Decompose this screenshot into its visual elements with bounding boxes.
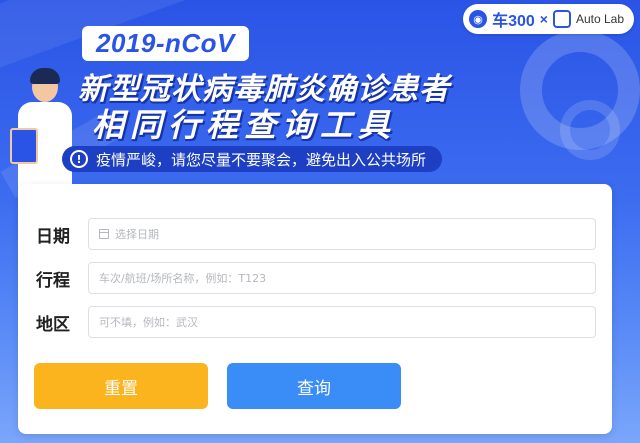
date-placeholder: 选择日期 (115, 228, 159, 241)
brand-separator: × (539, 11, 548, 27)
brand-partner: Auto Lab (575, 12, 624, 26)
notice-text: 疫情严峻，请您尽量不要聚会，避免出入公共场所 (96, 150, 427, 169)
region-input[interactable]: 可不填，例如：武汉 (88, 306, 596, 338)
date-label: 日期 (36, 227, 70, 247)
doctor-hair (30, 68, 60, 84)
car-icon: ◉ (469, 10, 488, 28)
header-banner: ◉ 车300 × Auto Lab 2019-nCoV 新型冠状病毒肺炎确诊患者… (0, 0, 640, 200)
query-form-card: 日期 选择日期 行程 车次/航班/场所名称，例如：T123 地区 可不填，例如：… (18, 184, 612, 434)
clipboard-icon (10, 128, 38, 164)
notice-bar: ! 疫情严峻，请您尽量不要聚会，避免出入公共场所 (62, 146, 443, 172)
trip-placeholder: 车次/航班/场所名称，例如：T123 (99, 272, 267, 285)
trip-row: 行程 车次/航班/场所名称，例如：T123 (18, 262, 612, 294)
calendar-icon (99, 229, 109, 239)
brand-name: 车300 (492, 13, 535, 30)
trip-label: 行程 (36, 271, 70, 291)
reset-button[interactable]: 重置 (34, 363, 208, 409)
brand-logo: ◉ 车300 × Auto Lab (463, 4, 634, 34)
region-placeholder: 可不填，例如：武汉 (99, 316, 198, 329)
decor-ring (560, 100, 620, 160)
autolab-icon (552, 10, 571, 28)
doctor-illustration (10, 68, 80, 192)
page-subtitle: 相同行程查询工具 (92, 106, 397, 144)
trip-input[interactable]: 车次/航班/场所名称，例如：T123 (88, 262, 596, 294)
date-row: 日期 选择日期 (18, 218, 612, 250)
query-button[interactable]: 查询 (227, 363, 401, 409)
virus-tag: 2019-nCoV (82, 26, 249, 61)
alert-icon: ! (70, 150, 88, 168)
date-picker-input[interactable]: 选择日期 (88, 218, 596, 250)
region-label: 地区 (36, 315, 70, 335)
region-row: 地区 可不填，例如：武汉 (18, 306, 612, 338)
